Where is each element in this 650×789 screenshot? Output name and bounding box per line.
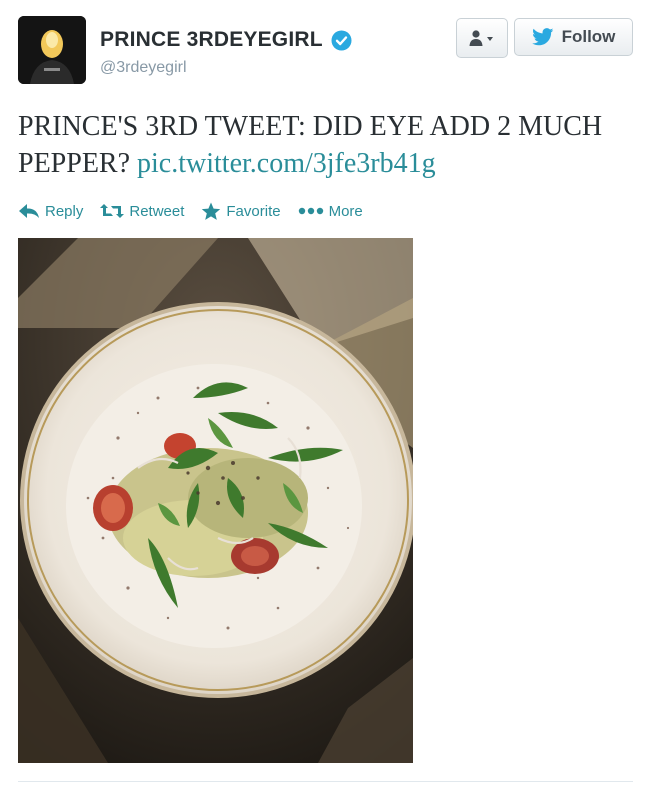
- tweet-media-link[interactable]: pic.twitter.com/3jfe3rb41g: [137, 148, 436, 179]
- profile-handle[interactable]: @3rdeyegirl: [100, 59, 187, 77]
- more-dots-icon: [298, 207, 323, 215]
- star-icon: [202, 202, 221, 220]
- reply-icon: [19, 204, 39, 218]
- follow-button[interactable]: Follow: [514, 18, 633, 56]
- tweet-text: PRINCE'S 3RD TWEET: DID EYE ADD 2 MUCH P…: [18, 108, 638, 182]
- favorite-label: Favorite: [226, 202, 281, 220]
- tweet-photo[interactable]: [18, 238, 413, 763]
- tweet-actions: Reply Retweet Favorite More: [18, 198, 380, 224]
- verified-badge-icon: [331, 30, 352, 51]
- favorite-action[interactable]: Favorite: [201, 202, 281, 221]
- bird-icon: [531, 28, 554, 46]
- retweet-label: Retweet: [129, 202, 185, 220]
- follow-label: Follow: [561, 27, 616, 46]
- avatar[interactable]: [18, 16, 86, 84]
- profile-name-row: PRINCE 3RDEYEGIRL: [100, 28, 352, 52]
- reply-action[interactable]: Reply: [18, 203, 83, 220]
- more-label: More: [328, 202, 363, 220]
- user-actions-button[interactable]: [456, 18, 508, 58]
- person-dropdown-icon: [469, 30, 493, 46]
- more-action[interactable]: More: [298, 203, 363, 220]
- profile-name[interactable]: PRINCE 3RDEYEGIRL: [100, 28, 323, 52]
- retweet-action[interactable]: Retweet: [100, 203, 184, 220]
- reply-label: Reply: [45, 202, 84, 220]
- retweet-icon: [100, 204, 125, 218]
- divider: [18, 781, 633, 782]
- tweet-header: PRINCE 3RDEYEGIRL @3rdeyegirl Follow: [18, 16, 633, 86]
